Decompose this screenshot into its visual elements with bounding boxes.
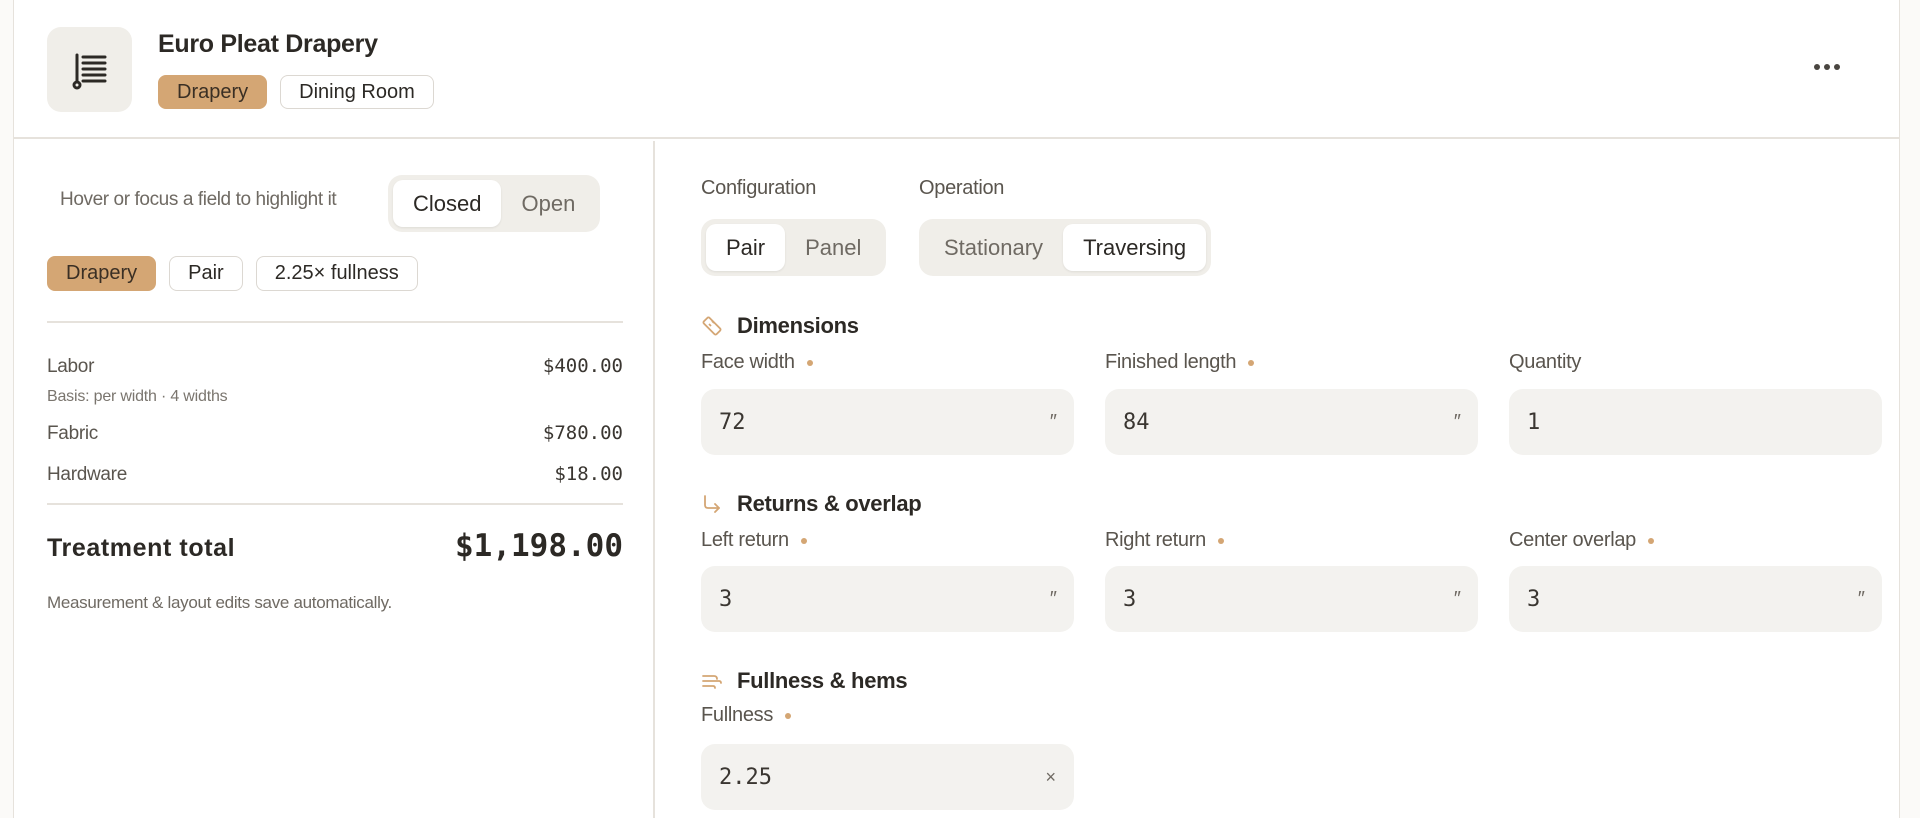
required-dot: [785, 712, 792, 719]
view-toggle: Closed Open: [388, 175, 601, 232]
line-item-hardware: Hardware $18.00: [47, 463, 623, 486]
toggle-open[interactable]: Open: [501, 180, 595, 227]
input-value: 2.25: [719, 764, 772, 790]
summary-chips: Drapery Pair 2.25× fullness: [47, 256, 418, 291]
total-value: $1,198.00: [455, 528, 623, 564]
input-value: 1: [1527, 409, 1541, 435]
ellipsis-dot: [1834, 64, 1840, 70]
face-width-label: Face width: [701, 351, 813, 374]
option-panel[interactable]: Panel: [785, 224, 881, 271]
header-tags: Drapery Dining Room: [158, 75, 434, 109]
divider: [47, 321, 623, 323]
app-frame: Euro Pleat Drapery Drapery Dining Room H…: [13, 0, 1900, 818]
summary-panel: Hover or focus a field to highlight it C…: [14, 141, 655, 818]
tag-drapery: Drapery: [158, 75, 268, 109]
label-text: Left return: [701, 529, 789, 551]
option-pair[interactable]: Pair: [706, 224, 786, 271]
input-value: 3: [1123, 586, 1137, 612]
divider: [47, 503, 623, 505]
configuration-label: Configuration: [701, 177, 817, 199]
center-overlap-input[interactable]: 3 ″: [1509, 566, 1882, 632]
label-text: Fullness: [701, 704, 774, 726]
chip-configuration: Pair: [169, 256, 243, 291]
chip-type: Drapery: [47, 256, 157, 291]
quantity-label: Quantity: [1509, 351, 1582, 373]
section-returns: Returns & overlap: [701, 491, 922, 517]
center-overlap-label: Center overlap: [1509, 529, 1654, 552]
label-text: Finished length: [1105, 351, 1237, 373]
line-value: $400.00: [542, 355, 623, 377]
multiplier-unit: ×: [1045, 766, 1056, 787]
labor-basis: Basis: per width · 4 widths: [47, 388, 228, 405]
option-stationary[interactable]: Stationary: [924, 224, 1063, 271]
required-dot: [806, 359, 813, 366]
face-width-input[interactable]: 72 ″: [701, 389, 1074, 455]
inch-unit: ″: [1048, 587, 1056, 610]
autosave-note: Measurement & layout edits save automati…: [47, 593, 392, 612]
required-dot: [1248, 359, 1255, 366]
section-title: Fullness & hems: [737, 668, 908, 693]
configuration-toggle: Pair Panel: [701, 219, 887, 276]
total-label: Treatment total: [47, 534, 236, 562]
tag-room: Dining Room: [280, 75, 434, 109]
operation-toggle: Stationary Traversing: [919, 219, 1212, 276]
quantity-input[interactable]: 1: [1509, 389, 1882, 455]
header: Euro Pleat Drapery Drapery Dining Room: [14, 0, 1899, 139]
input-value: 72: [719, 409, 746, 435]
section-dimensions: Dimensions: [701, 313, 859, 339]
required-dot: [1217, 537, 1224, 544]
input-value: 84: [1123, 409, 1150, 435]
line-item-fabric: Fabric $780.00: [47, 422, 623, 445]
line-value: $18.00: [554, 463, 623, 485]
drapery-icon: [47, 27, 132, 112]
line-label: Fabric: [47, 423, 98, 444]
page-title: Euro Pleat Drapery: [158, 30, 378, 58]
inch-unit: ″: [1048, 410, 1056, 433]
wind-lines-icon: [702, 675, 722, 689]
required-dot: [800, 537, 807, 544]
form-panel: Configuration Pair Panel Operation Stati…: [657, 141, 1901, 818]
label-text: Face width: [701, 351, 795, 373]
label-text: Center overlap: [1509, 529, 1636, 551]
inch-unit: ″: [1452, 587, 1460, 610]
fullness-input[interactable]: 2.25 ×: [701, 744, 1074, 810]
right-return-label: Right return: [1105, 529, 1224, 552]
input-value: 3: [719, 586, 733, 612]
finished-length-input[interactable]: 84 ″: [1105, 389, 1478, 455]
finished-length-label: Finished length: [1105, 351, 1255, 374]
right-return-input[interactable]: 3 ″: [1105, 566, 1478, 632]
inch-unit: ″: [1856, 587, 1864, 610]
inch-unit: ″: [1452, 410, 1460, 433]
fullness-label: Fullness: [701, 704, 792, 727]
highlight-hint: Hover or focus a field to highlight it: [60, 189, 337, 210]
ellipsis-dot: [1824, 64, 1830, 70]
ellipsis-icon: [1814, 64, 1820, 70]
section-title: Returns & overlap: [737, 491, 922, 516]
line-value: $780.00: [542, 422, 623, 444]
return-arrow-icon: [704, 495, 720, 513]
treatment-total: Treatment total $1,198.00: [47, 528, 623, 564]
operation-label: Operation: [919, 177, 1005, 199]
ruler-icon: [702, 316, 722, 336]
toggle-closed[interactable]: Closed: [393, 180, 502, 227]
option-traversing[interactable]: Traversing: [1063, 224, 1207, 271]
required-dot: [1647, 537, 1654, 544]
left-return-label: Left return: [701, 529, 807, 552]
label-text: Right return: [1105, 529, 1206, 551]
left-return-input[interactable]: 3 ″: [701, 566, 1074, 632]
section-title: Dimensions: [737, 313, 859, 338]
section-fullness: Fullness & hems: [701, 668, 908, 694]
line-item-labor: Labor $400.00: [47, 355, 623, 378]
line-label: Labor: [47, 356, 95, 377]
line-label: Hardware: [47, 464, 127, 485]
chip-fullness: 2.25× fullness: [255, 256, 418, 291]
input-value: 3: [1527, 586, 1541, 612]
more-options-button[interactable]: [1807, 52, 1847, 82]
